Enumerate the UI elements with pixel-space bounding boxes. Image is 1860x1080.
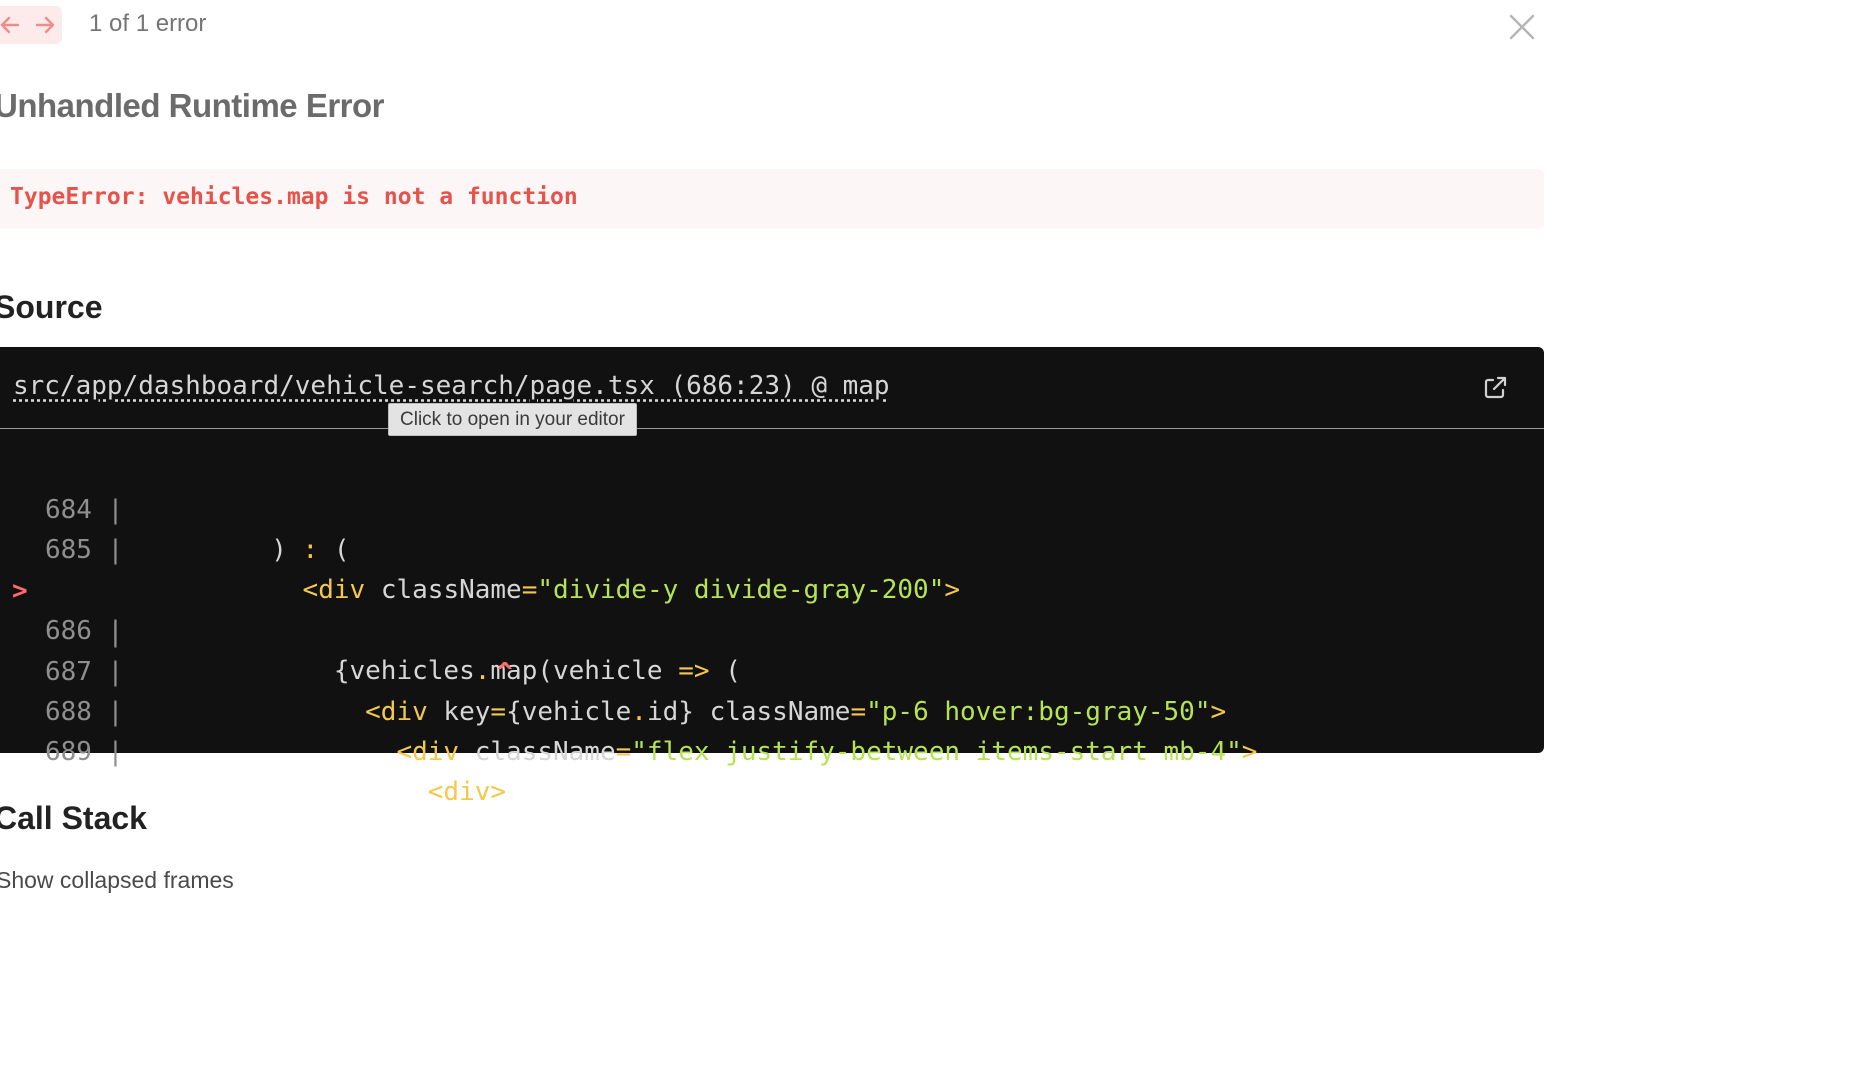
next-error-button[interactable] [27, 6, 62, 44]
error-navigation [0, 6, 62, 44]
code-text: <div className="divide-y divide-gray-200… [302, 575, 961, 605]
arrow-left-icon [0, 16, 19, 34]
code-line: 687 | <div key={vehicle.id} className="p… [0, 612, 1226, 727]
error-heading: Unhandled Runtime Error [0, 87, 385, 125]
code-line: 684 | ) : ( [0, 450, 350, 565]
error-counter: 1 of 1 error [89, 10, 207, 37]
code-text: <div> [427, 777, 507, 807]
code-line: 685 | <div className="divide-y divide-gr… [0, 490, 960, 605]
source-heading-text: Source [0, 289, 103, 325]
external-link-icon[interactable] [1481, 374, 1509, 402]
code-line: | ^ [0, 573, 513, 688]
code-text: {vehicles.map(vehicle => ( [146, 656, 741, 686]
arrow-right-icon [35, 16, 54, 34]
code-text: ) : ( [146, 535, 350, 565]
call-stack-heading: Call Stack [0, 800, 147, 837]
close-button[interactable] [1507, 12, 1537, 42]
code-frame-divider [0, 428, 1544, 429]
source-heading: Source [0, 289, 102, 326]
code-line-highlighted: > 686 | {vehicles.map(vehicle => ( [0, 531, 741, 686]
code-text: <div key={vehicle.id} className="p-6 hov… [365, 697, 1227, 727]
code-line: 689 | <div> [0, 692, 506, 807]
call-stack-heading-text: Call Stack [0, 800, 147, 836]
previous-error-button[interactable] [0, 6, 27, 44]
show-collapsed-frames-button[interactable]: Show collapsed frames [0, 867, 234, 894]
line-number: 685 | [45, 535, 124, 565]
error-caret: ^ [497, 658, 513, 688]
line-number: 688 | [45, 697, 124, 727]
line-number: | [107, 618, 124, 648]
code-text: <div className="flex justify-between ite… [396, 737, 1258, 767]
line-number: 687 | [45, 657, 124, 687]
line-number: 684 | [45, 495, 124, 525]
open-in-editor-tooltip: Click to open in your editor [388, 403, 637, 436]
error-message: TypeError: vehicles.map is not a functio… [10, 184, 578, 210]
code-line: 688 | <div className="flex justify-betwe… [0, 652, 1257, 767]
source-file-link[interactable]: src/app/dashboard/vehicle-search/page.ts… [13, 371, 890, 401]
close-icon [1509, 14, 1535, 40]
line-number: 689 | [45, 737, 124, 767]
error-heading-text: Unhandled Runtime Error [0, 87, 385, 124]
